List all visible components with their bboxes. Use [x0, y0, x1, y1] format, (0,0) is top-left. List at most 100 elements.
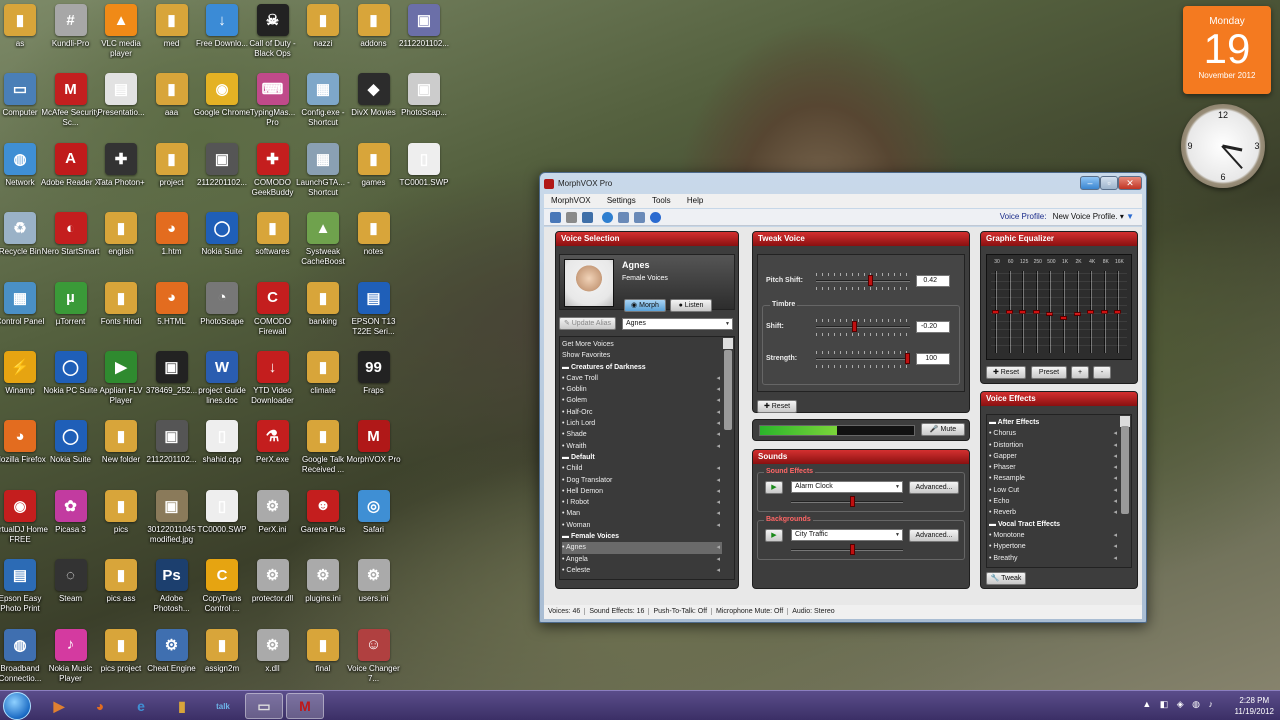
effect-list-item[interactable]: • Reverb ◂ [989, 507, 1119, 518]
tray-time[interactable]: 2:28 PM [1235, 695, 1274, 706]
effect-list-item[interactable]: • Phaser ◂ [989, 462, 1119, 473]
voice-list-group[interactable]: ▬ Default [562, 452, 722, 463]
voice-list-item[interactable]: • Golem ◂ [562, 395, 722, 406]
voice-list-item[interactable]: • I Robot ◂ [562, 497, 722, 508]
pitch-slider-knob[interactable] [867, 275, 873, 286]
play-background-button[interactable]: ▶ [765, 529, 783, 542]
voice-list-group[interactable]: ▬ Creatures of Darkness [562, 362, 722, 373]
minimize-button[interactable]: – [1080, 176, 1100, 190]
voice-profile-select[interactable]: New Voice Profile. [1053, 212, 1118, 221]
help-icon[interactable] [650, 212, 661, 223]
shift-slider-track[interactable] [816, 326, 910, 328]
menu-help[interactable]: Help [680, 194, 710, 208]
title-bar[interactable]: MorphVOX Pro – ▫ ✕ [544, 176, 1142, 192]
taskbar-internet-explorer-button[interactable]: e [122, 693, 160, 719]
voice-list-item[interactable]: • Man ◂ [562, 508, 722, 519]
taskbar-explorer-button[interactable]: ▮ [163, 693, 201, 719]
voice-list-group[interactable]: ▬ Female Voices [562, 531, 722, 542]
strength-value[interactable]: 100 [916, 353, 950, 365]
desktop-icon[interactable]: 99 Fraps [344, 349, 404, 417]
desktop-icon[interactable]: ▣ PhotoScap... [394, 71, 454, 139]
effects-tweak-button[interactable]: 🔧 Tweak [986, 572, 1026, 585]
taskbar-firefox-button[interactable]: ◕ [81, 693, 119, 719]
voice-list-action[interactable]: Show Favorites [562, 350, 722, 361]
effect-list-item[interactable]: • Hypertone ◂ [989, 541, 1119, 552]
backgrounds-advanced-button[interactable]: Advanced... [909, 529, 959, 542]
effects-volume-knob[interactable] [849, 496, 855, 507]
sound-effect-select[interactable]: Alarm Clock [791, 481, 903, 493]
voice-list-selected[interactable]: • Agnes ◂ [562, 542, 722, 554]
folder-icon[interactable] [566, 212, 577, 223]
effect-list-item[interactable]: • Echo ◂ [989, 496, 1119, 507]
eq-remove-button[interactable]: - [1093, 366, 1111, 379]
effect-list-item[interactable]: • Chorus ◂ [989, 428, 1119, 439]
effect-list-item[interactable]: • Breathy ◂ [989, 553, 1119, 564]
eq-preset-button[interactable]: Preset [1031, 366, 1067, 379]
menu-tools[interactable]: Tools [645, 194, 678, 208]
effect-list-group[interactable]: ▬ Vocal Tract Effects [989, 519, 1119, 530]
effect-list-item[interactable]: • Resample ◂ [989, 473, 1119, 484]
taskbar-window-switcher-button[interactable]: ▭ [245, 693, 283, 719]
clock-gadget[interactable]: 12 3 6 9 [1181, 104, 1265, 188]
eq-reset-button[interactable]: ✚ Reset [986, 366, 1026, 379]
sound-icon[interactable] [634, 212, 645, 223]
tweak-reset-button[interactable]: ✚ Reset [757, 400, 797, 413]
desktop-icon[interactable]: ▤ EPSON T13 T22E Seri... [344, 280, 404, 348]
maximize-button[interactable]: ▫ [1100, 176, 1118, 190]
effects-volume-track[interactable] [791, 501, 903, 503]
voice-list-action[interactable]: Get More Voices [562, 339, 722, 350]
mute-button[interactable]: 🎤 Mute [921, 423, 965, 436]
effect-list-group[interactable]: ▬ After Effects [989, 417, 1119, 428]
eq-band-track[interactable] [1063, 271, 1065, 353]
taskbar-google-talk-button[interactable]: talk [204, 693, 242, 719]
pitch-value[interactable]: 0.42 [916, 275, 950, 287]
voice-list-item[interactable]: • Angela ◂ [562, 554, 722, 565]
calendar-gadget[interactable]: Monday 19 November 2012 [1183, 6, 1271, 94]
eq-band-knob[interactable] [1060, 316, 1067, 321]
effect-list-item[interactable]: • Distortion ◂ [989, 440, 1119, 451]
voice-list-item[interactable]: • Shade ◂ [562, 429, 722, 440]
tools-icon[interactable] [582, 212, 593, 223]
desktop-icon[interactable]: ☺ Voice Changer 7... [344, 627, 404, 695]
voice-list-item[interactable]: • Cave Troll ◂ [562, 373, 722, 384]
update-alias-button[interactable]: ✎ Update Alias [559, 317, 616, 330]
background-volume-knob[interactable] [849, 544, 855, 555]
morph-button[interactable]: ◉ Morph [624, 299, 666, 312]
settings-icon[interactable] [618, 212, 629, 223]
desktop-icon[interactable]: ◎ Safari [344, 488, 404, 556]
menu-settings[interactable]: Settings [600, 194, 643, 208]
taskbar-media-player-button[interactable]: ▶ [40, 693, 78, 719]
voice-list-item[interactable]: • Half-Orc ◂ [562, 407, 722, 418]
voice-icon[interactable] [550, 212, 561, 223]
effect-list-item[interactable]: • Gapper ◂ [989, 451, 1119, 462]
voice-list-item[interactable]: • Hell Demon ◂ [562, 486, 722, 497]
tray-icons[interactable]: ▲ ◧ ◈ ◍ ♪ [1142, 699, 1216, 710]
voice-list-item[interactable]: • Celeste ◂ [562, 565, 722, 576]
alias-select[interactable]: Agnes [622, 318, 733, 330]
voice-list-scrollbar[interactable] [723, 338, 733, 430]
desktop-icon[interactable]: ▣ 2112201102... [394, 2, 454, 70]
desktop-icon[interactable]: ⚙ users.ini [344, 557, 404, 625]
start-button[interactable] [3, 692, 31, 720]
menu-morphvox[interactable]: MorphVOX [544, 194, 598, 208]
eq-add-button[interactable]: + [1071, 366, 1089, 379]
close-button[interactable]: ✕ [1118, 176, 1142, 190]
voice-list-item[interactable]: • Lich Lord ◂ [562, 418, 722, 429]
listen-button[interactable]: ● Listen [670, 299, 712, 312]
shift-value[interactable]: -0.20 [916, 321, 950, 333]
pitch-slider-track[interactable] [816, 280, 910, 282]
desktop-icon[interactable]: ▯ TC0001.SWP [394, 141, 454, 209]
background-select[interactable]: City Traffic [791, 529, 903, 541]
voice-list-item[interactable]: • Woman ◂ [562, 520, 722, 531]
effects-scrollbar[interactable] [1120, 416, 1130, 514]
strength-slider-track[interactable] [816, 358, 910, 360]
shift-slider-knob[interactable] [851, 321, 857, 332]
strength-slider-knob[interactable] [905, 353, 910, 364]
voice-list-item[interactable]: • Wraith ◂ [562, 441, 722, 452]
effect-list-item[interactable]: • Monotone ◂ [989, 530, 1119, 541]
effect-list-item[interactable]: • Low Cut ◂ [989, 485, 1119, 496]
voice-list-item[interactable]: • Dog Translator ◂ [562, 475, 722, 486]
tray-date[interactable]: 11/19/2012 [1235, 706, 1274, 717]
effects-advanced-button[interactable]: Advanced... [909, 481, 959, 494]
desktop-icon[interactable]: ▮ notes [344, 210, 404, 278]
